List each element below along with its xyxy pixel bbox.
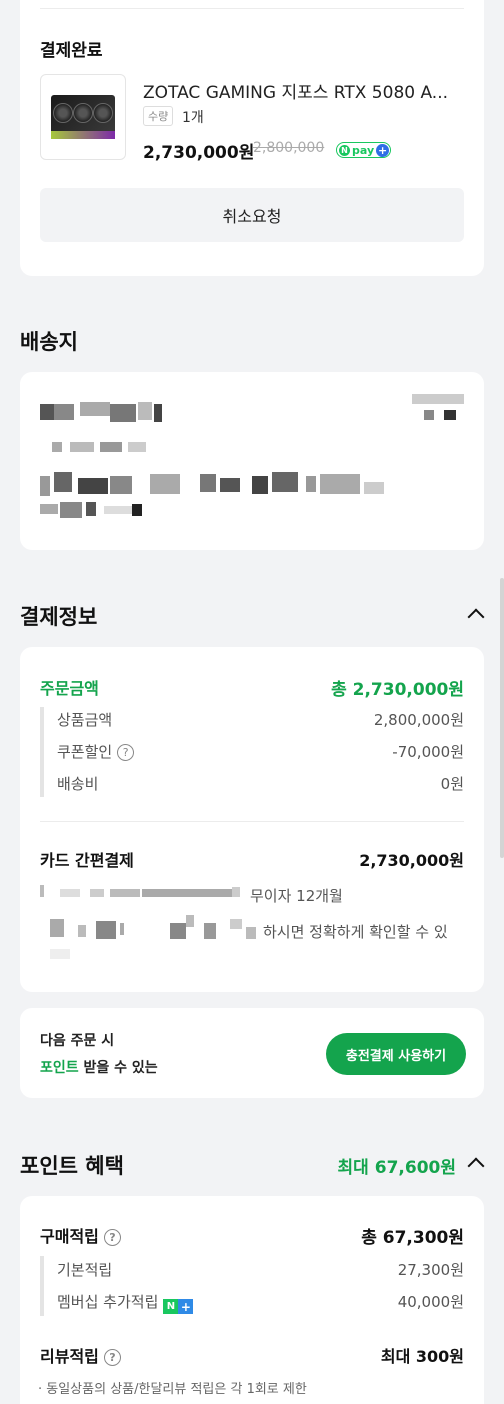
item-value: 27,300원	[397, 1261, 464, 1279]
review-label: 리뷰적립?	[40, 1343, 121, 1367]
notice-text: 하시면 정확하게 확인할 수 있	[263, 923, 448, 941]
product-thumbnail[interactable]	[40, 74, 126, 160]
item-value: 0원	[440, 775, 464, 793]
cancel-request-button[interactable]: 취소요청	[40, 188, 464, 242]
points-card: 구매적립? 총 67,300원 기본적립 27,300원 멤버십 추가적립 N + …	[20, 1196, 484, 1404]
installment-text: 무이자 12개월	[250, 887, 343, 905]
points-detail-row: 멤버십 추가적립 N + 40,000원	[40, 1291, 464, 1314]
points-detail-row: 기본적립 27,300원	[40, 1259, 464, 1280]
item-label: 쿠폰할인?	[57, 741, 135, 762]
purchase-value: 총 67,300원	[361, 1228, 464, 1248]
product-price: 2,730,000원	[143, 143, 255, 163]
item-label: 상품금액	[57, 711, 113, 729]
membership-badge-icon: N +	[163, 1299, 194, 1314]
order-amount-row: 주문금액 총 2,730,000원	[40, 675, 464, 700]
item-label: 기본적립	[57, 1261, 113, 1279]
prompt-line2: 포인트 받을 수 있는	[40, 1060, 158, 1076]
payment-method-label: 카드 간편결제	[40, 851, 134, 870]
purchase-row: 구매적립? 총 67,300원	[40, 1223, 464, 1248]
plus-icon: +	[376, 143, 390, 157]
payment-method-value: 2,730,000원	[359, 851, 464, 870]
points-prompt-card: 다음 주문 시 포인트 받을 수 있는 충전결제 사용하기	[20, 1008, 484, 1098]
help-icon[interactable]: ?	[103, 1229, 121, 1246]
scrollbar[interactable]	[500, 578, 504, 858]
collapse-chevron-icon[interactable]	[467, 1157, 485, 1175]
help-icon[interactable]: ?	[117, 744, 135, 761]
order-status: 결제완료	[40, 41, 103, 61]
npay-plus-badge: N pay +	[336, 142, 392, 158]
purchase-label: 구매적립?	[40, 1223, 121, 1248]
order-amount-value: 총 2,730,000원	[331, 680, 464, 700]
review-note: · 동일상품의 상품/한달리뷰 적립은 각 1회로 제한	[38, 1382, 307, 1397]
item-value: 40,000원	[397, 1293, 464, 1311]
points-title: 포인트 혜택	[20, 1154, 124, 1178]
item-label: 멤버십 추가적립 N +	[57, 1291, 194, 1314]
original-price: 2,800,000	[253, 140, 325, 156]
product-name[interactable]: ZOTAC GAMING 지포스 RTX 5080 A...	[143, 78, 463, 103]
item-value: -70,000원	[392, 743, 464, 761]
points-max: 최대 67,600원	[337, 1158, 456, 1178]
prompt-line1: 다음 주문 시	[40, 1033, 115, 1049]
divider	[40, 8, 464, 9]
prompt-highlight: 포인트	[40, 1060, 79, 1076]
review-row: 리뷰적립? 최대 300원	[40, 1343, 464, 1367]
order-amount-label: 주문금액	[40, 679, 99, 698]
item-value: 2,800,000원	[373, 711, 464, 729]
review-value: 최대 300원	[380, 1347, 464, 1366]
detail-row: 배송비 0원	[40, 773, 464, 794]
order-card: 결제완료 ZOTAC GAMING 지포스 RTX 5080 A... 수량 1…	[20, 0, 484, 276]
address-card	[20, 372, 484, 550]
detail-row: 쿠폰할인? -70,000원	[40, 741, 464, 762]
item-label: 배송비	[57, 775, 99, 793]
charge-payment-button[interactable]: 충전결제 사용하기	[326, 1033, 466, 1075]
collapse-chevron-icon[interactable]	[467, 608, 485, 626]
qty-label: 수량	[143, 106, 174, 126]
detail-row: 상품금액 2,800,000원	[40, 709, 464, 730]
help-icon[interactable]: ?	[103, 1349, 121, 1366]
payment-title: 결제정보	[20, 605, 98, 629]
gpu-image	[51, 95, 115, 139]
qty-value: 1개	[182, 110, 204, 126]
payment-method-row: 카드 간편결제 2,730,000원	[40, 847, 464, 871]
npay-n-icon: N	[339, 144, 350, 156]
payment-card: 주문금액 총 2,730,000원 상품금액 2,800,000원 쿠폰할인? …	[20, 647, 484, 992]
npay-text: pay	[352, 143, 375, 157]
divider	[40, 821, 464, 822]
shipping-title: 배송지	[20, 330, 78, 354]
